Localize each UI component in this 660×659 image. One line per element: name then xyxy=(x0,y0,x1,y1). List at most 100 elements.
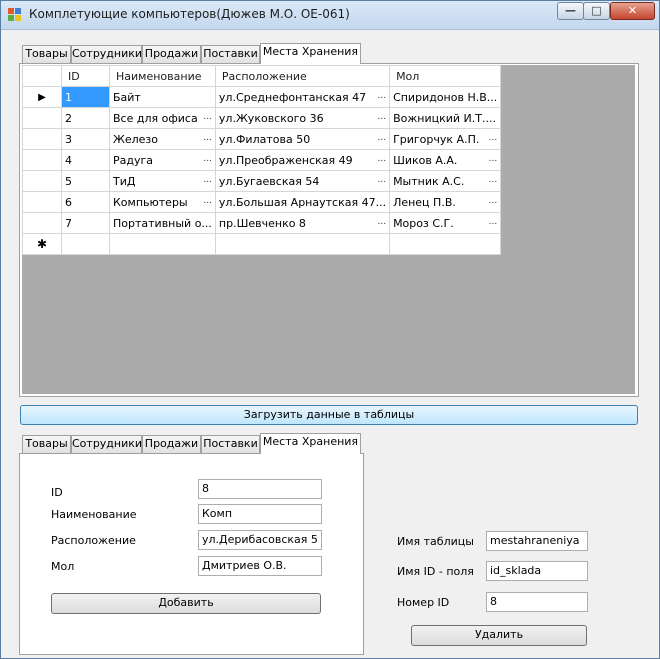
grid-cell[interactable]: ул.Бугаевская 54... xyxy=(214,170,391,192)
table-row[interactable]: 7 Портативный о... пр.Шевченко 8... Моро… xyxy=(22,212,502,234)
cell-ellipsis-button[interactable]: ... xyxy=(203,154,212,164)
grid-cell[interactable] xyxy=(389,233,502,255)
row-header[interactable] xyxy=(22,191,62,213)
grid-cell[interactable]: 2 xyxy=(61,107,110,129)
cell-ellipsis-button[interactable]: ... xyxy=(377,175,386,185)
table-row[interactable]: 2 Все для офиса... ул.Жуковского 36... В… xyxy=(22,107,502,129)
cell-ellipsis-button[interactable]: ... xyxy=(203,175,212,185)
cell-ellipsis-button[interactable]: ... xyxy=(489,175,498,185)
cell-ellipsis-button[interactable]: ... xyxy=(377,154,386,164)
row-header[interactable] xyxy=(22,170,62,192)
grid-cell[interactable]: Шиков А.А.... xyxy=(389,149,502,171)
table-row[interactable]: 4 Радуга... ул.Преображенская 49... Шико… xyxy=(22,149,502,171)
cell-ellipsis-button[interactable]: ... xyxy=(377,217,386,227)
grid-cell[interactable]: Все для офиса... xyxy=(109,107,216,129)
grid-cell[interactable]: Радуга... xyxy=(109,149,216,171)
id-field[interactable]: 8 xyxy=(198,479,322,499)
column-header-mol[interactable]: Мол xyxy=(389,65,502,87)
grid-cell[interactable]: Железо... xyxy=(109,128,216,150)
cell-ellipsis-button[interactable]: ... xyxy=(489,196,498,206)
cell-ellipsis-button[interactable]: ... xyxy=(489,154,498,164)
grid-cell[interactable]: Компьютеры... xyxy=(109,191,216,213)
location-field[interactable]: ул.Дерибасовская 5 xyxy=(198,530,322,550)
cell-ellipsis-button[interactable]: ... xyxy=(377,112,386,122)
add-button[interactable]: Добавить xyxy=(51,593,321,614)
grid-cell[interactable]: ул.Среднефонтанская 47... xyxy=(214,86,391,108)
grid-cell[interactable]: 3 xyxy=(61,128,110,150)
cell-text: пр.Шевченко 8 xyxy=(218,216,306,230)
grid-cell[interactable]: 4 xyxy=(61,149,110,171)
minimize-button[interactable]: — xyxy=(557,2,584,20)
row-header[interactable] xyxy=(22,149,62,171)
grid-cell[interactable]: Мытник А.С.... xyxy=(389,170,502,192)
row-header[interactable] xyxy=(22,212,62,234)
table-row[interactable]: 6 Компьютеры... ул.Большая Арнаутская 47… xyxy=(22,191,502,213)
grid-cell[interactable]: Вожницкий И.Т.... xyxy=(389,107,502,129)
cell-text: Все для офиса xyxy=(113,111,198,125)
grid-cell[interactable]: Портативный о... xyxy=(109,212,216,234)
id-field-name-label: Имя ID - поля xyxy=(397,565,474,578)
grid-cell[interactable] xyxy=(214,233,391,255)
grid-cell[interactable] xyxy=(109,233,216,255)
grid-cell[interactable]: 5 xyxy=(61,170,110,192)
cell-ellipsis-button[interactable]: ... xyxy=(377,91,386,101)
tab-storage[interactable]: Места Хранения xyxy=(260,433,361,454)
close-button[interactable]: ✕ xyxy=(610,2,655,20)
tab-employees[interactable]: Сотрудники xyxy=(71,435,142,453)
tab-deliveries[interactable]: Поставки xyxy=(201,435,260,453)
grid-cell[interactable]: ТиД... xyxy=(109,170,216,192)
table-row[interactable]: ▶ 1 Байт ул.Среднефонтанская 47... Спири… xyxy=(22,86,502,108)
column-header-location[interactable]: Расположение xyxy=(214,65,391,87)
cell-ellipsis-button[interactable]: ... xyxy=(203,196,212,206)
grid-cell[interactable]: ул.Филатова 50... xyxy=(214,128,391,150)
grid-cell[interactable]: ул.Большая Арнаутская 47... xyxy=(214,191,391,213)
row-header-new[interactable]: ✱ xyxy=(22,233,62,255)
table-name-field[interactable]: mestahraneniya xyxy=(486,531,588,551)
title-bar[interactable]: Комплетующие компьютеров(Дюжев М.О. ОЕ-0… xyxy=(1,1,659,30)
main-window: Комплетующие компьютеров(Дюжев М.О. ОЕ-0… xyxy=(0,0,660,659)
close-icon: ✕ xyxy=(627,4,638,17)
cell-ellipsis-button[interactable]: ... xyxy=(203,112,212,122)
load-data-button[interactable]: Загрузить данные в таблицы xyxy=(20,405,638,425)
new-row[interactable]: ✱ xyxy=(22,233,502,255)
tab-deliveries[interactable]: Поставки xyxy=(201,45,260,63)
grid-cell[interactable]: 7 xyxy=(61,212,110,234)
current-row-arrow-icon: ▶ xyxy=(38,91,46,103)
record-id-field[interactable]: 8 xyxy=(486,592,588,612)
row-header[interactable] xyxy=(22,128,62,150)
tab-goods[interactable]: Товары xyxy=(22,435,71,453)
grid-cell[interactable]: Мороз С.Г.... xyxy=(389,212,502,234)
grid-cell[interactable]: 6 xyxy=(61,191,110,213)
grid-cell[interactable]: ул.Преображенская 49... xyxy=(214,149,391,171)
tab-sales[interactable]: Продажи xyxy=(142,435,201,453)
row-header-current[interactable]: ▶ xyxy=(22,86,62,108)
tab-employees[interactable]: Сотрудники xyxy=(71,45,142,63)
table-row[interactable]: 5 ТиД... ул.Бугаевская 54... Мытник А.С.… xyxy=(22,170,502,192)
mol-field[interactable]: Дмитриев О.В. xyxy=(198,556,322,576)
table-row[interactable]: 3 Железо... ул.Филатова 50... Григорчук … xyxy=(22,128,502,150)
cell-ellipsis-button[interactable]: ... xyxy=(489,133,498,143)
tab-sales[interactable]: Продажи xyxy=(142,45,201,63)
grid-cell[interactable]: Спиридонов Н.В... xyxy=(389,86,502,108)
name-field[interactable]: Комп xyxy=(198,504,322,524)
id-field-name-field[interactable]: id_sklada xyxy=(486,561,588,581)
tab-storage[interactable]: Места Хранения xyxy=(260,43,361,64)
delete-button[interactable]: Удалить xyxy=(411,625,587,646)
data-grid[interactable]: ID Наименование Расположение Мол ▶ 1 Бай… xyxy=(22,65,502,255)
cell-ellipsis-button[interactable]: ... xyxy=(203,133,212,143)
grid-cell[interactable]: ул.Жуковского 36... xyxy=(214,107,391,129)
cell-ellipsis-button[interactable]: ... xyxy=(377,133,386,143)
grid-cell[interactable] xyxy=(61,233,110,255)
grid-cell[interactable]: 1 xyxy=(61,86,110,108)
cell-ellipsis-button[interactable]: ... xyxy=(489,217,498,227)
column-header-name[interactable]: Наименование xyxy=(109,65,216,87)
grid-cell[interactable]: пр.Шевченко 8... xyxy=(214,212,391,234)
grid-cell[interactable]: Ленец П.В.... xyxy=(389,191,502,213)
grid-cell[interactable]: Григорчук А.П.... xyxy=(389,128,502,150)
grid-cell[interactable]: Байт xyxy=(109,86,216,108)
tab-goods[interactable]: Товары xyxy=(22,45,71,63)
location-label: Расположение xyxy=(51,534,136,547)
row-header[interactable] xyxy=(22,107,62,129)
column-header-id[interactable]: ID xyxy=(61,65,110,87)
maximize-button[interactable]: □ xyxy=(583,2,610,20)
